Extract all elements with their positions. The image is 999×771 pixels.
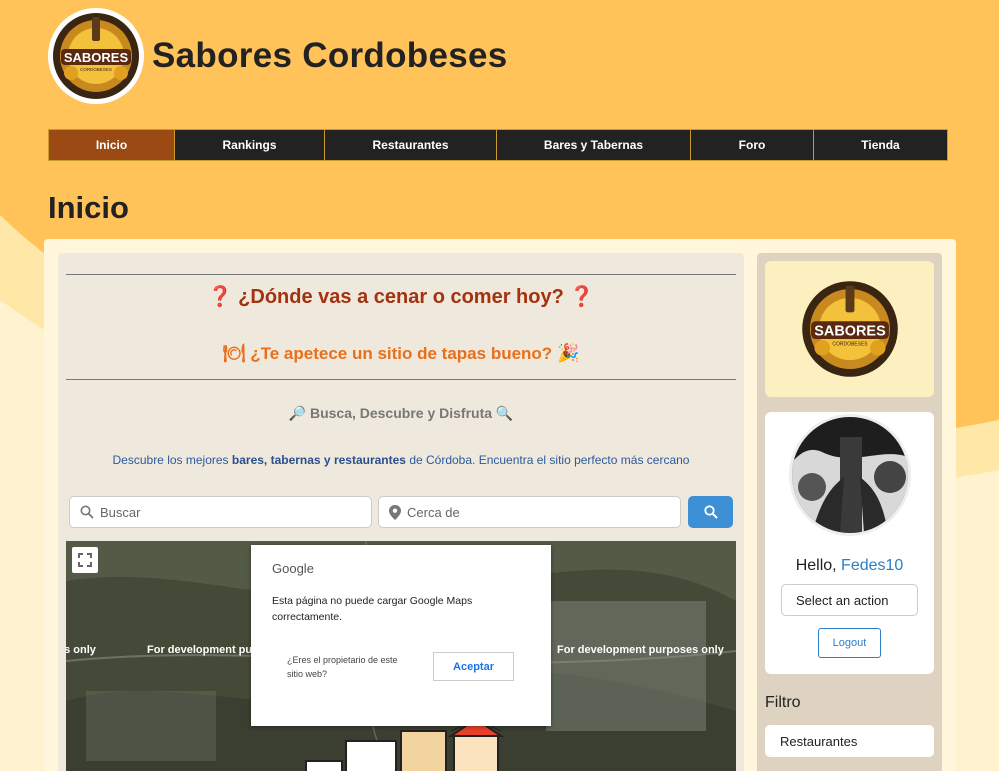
dev-watermark: For development pur [147,644,257,656]
nav-item-restaurantes[interactable]: Restaurantes [325,130,497,160]
page-heading: Inicio [48,190,129,225]
maps-error-message: Esta página no puede cargar Google Maps … [272,595,473,623]
filter-label: Filtro [765,694,801,711]
hero-description: Descubre los mejores bares, tabernas y r… [112,453,690,467]
nav-item-rankings[interactable]: Rankings [175,130,325,160]
hero-question-1: ❓ ¿Dónde vas a cenar o comer hoy? ❓ [207,286,595,308]
nav-item-inicio[interactable]: Inicio [49,130,175,160]
nav-item-bares-tabernas[interactable]: Bares y Tabernas [497,130,691,160]
avatar-photo [792,417,908,533]
svg-text:CORDOBESES: CORDOBESES [832,342,868,348]
site-header: SABORES CORDOBESES Sabores Cordobeses [48,8,508,104]
sidebar: SABORES CORDOBESES Hello, Fedes10 Select… [757,253,942,771]
main-column: ❓ ¿Dónde vas a cenar o comer hoy? ❓ 🍽 ¿T… [58,253,744,771]
maps-error-dialog: Google Esta página no puede cargar Googl… [251,545,551,726]
google-brand: Google [272,561,314,576]
greeting: Hello, Fedes10 [795,557,904,574]
question-mark-icon: ❓ [569,286,595,308]
plate-cutlery-icon: 🍽 [222,343,246,363]
dev-watermark: es only [66,644,96,656]
divider [66,274,736,275]
site-title: Sabores Cordobeses [152,36,508,75]
search-icon [703,505,718,519]
svg-text:SABORES: SABORES [814,324,886,340]
svg-text:SABORES: SABORES [64,50,129,65]
search-row [69,496,733,528]
magnifier-icon: 🔎 [288,405,307,421]
filter-item-restaurantes[interactable]: Restaurantes [765,725,934,757]
search-input[interactable] [100,504,350,520]
sabores-logo-icon: SABORES CORDOBESES [801,281,898,377]
nav-item-foro[interactable]: Foro [691,130,814,160]
nav-item-tienda[interactable]: Tienda [814,130,947,160]
search-near-field [378,496,681,528]
map[interactable]: es only For development pur For developm… [66,541,736,771]
location-pin-icon [389,504,401,520]
magnifier-icon: 🔍 [495,405,514,421]
username-link[interactable]: Fedes10 [841,557,903,574]
hero-tagline: 🔎 Busca, Descubre y Disfruta 🔍 [288,405,514,421]
search-icon [80,505,94,519]
sidebar-logo-box: SABORES CORDOBESES [765,261,934,397]
search-query-field [69,496,372,528]
hero-question-2: 🍽 ¿Te apetece un sitio de tapas bueno? 🎉 [222,343,580,363]
sabores-logo-icon: SABORES CORDOBESES [53,13,139,99]
fullscreen-button[interactable] [72,547,98,573]
dev-watermark: For development purposes only [557,644,724,656]
near-input[interactable] [407,504,657,520]
user-panel: Hello, Fedes10 Select an action Logout [765,412,934,674]
logout-button[interactable]: Logout [818,628,881,658]
action-select[interactable]: Select an action [781,584,918,616]
fullscreen-icon [78,553,92,567]
search-button[interactable] [688,496,733,528]
svg-text:CORDOBESES: CORDOBESES [80,67,112,72]
question-mark-icon: ❓ [207,286,233,308]
owner-question: ¿Eres el propietario de este sitio web? [287,655,398,679]
divider [66,379,736,380]
party-icon: 🎉 [556,343,580,363]
avatar[interactable] [789,414,911,536]
site-logo[interactable]: SABORES CORDOBESES [48,8,144,104]
content-container: ❓ ¿Dónde vas a cenar o comer hoy? ❓ 🍽 ¿T… [44,239,956,771]
accept-button[interactable]: Aceptar [433,652,514,681]
main-nav: Inicio Rankings Restaurantes Bares y Tab… [48,129,948,161]
